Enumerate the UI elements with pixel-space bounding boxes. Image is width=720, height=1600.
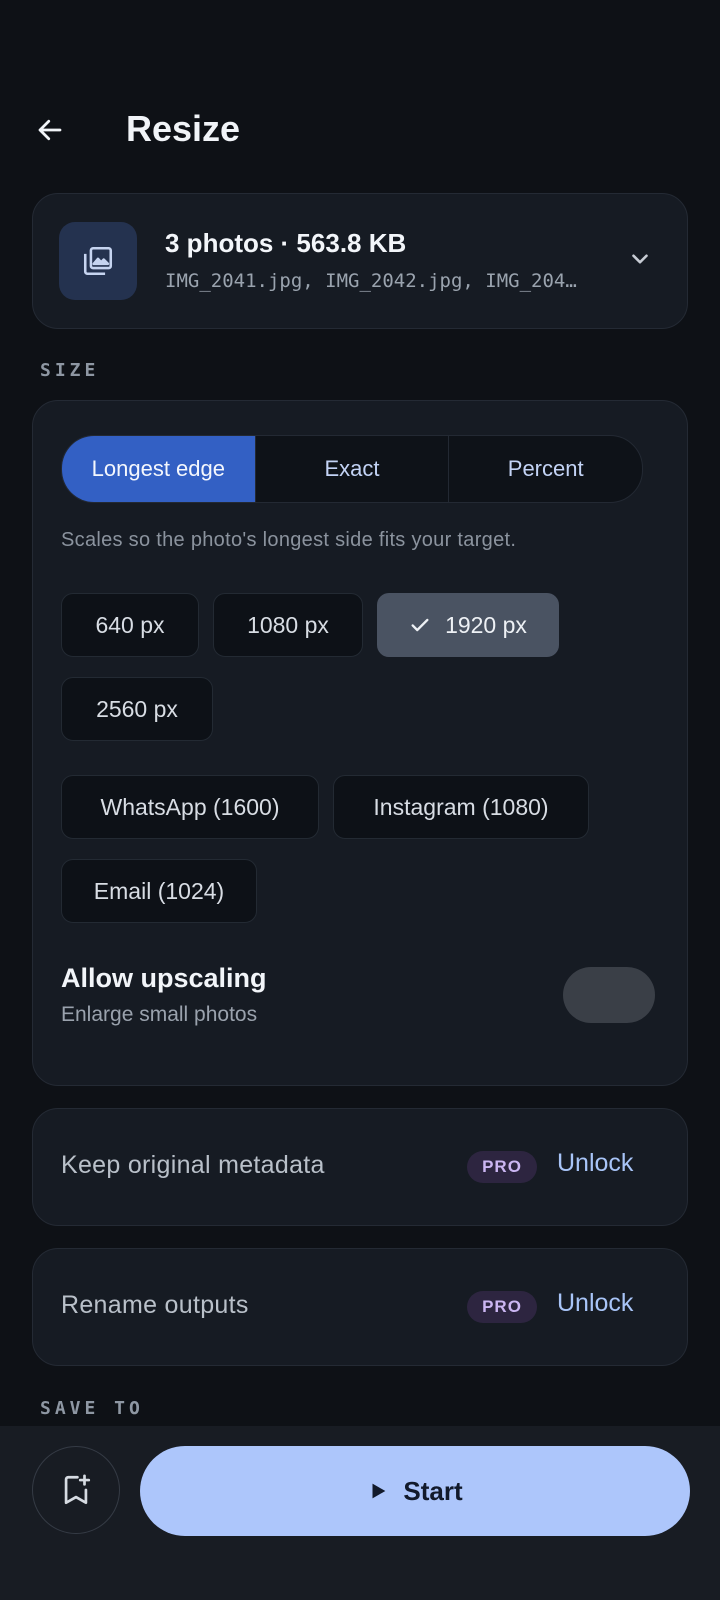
chip-label: 2560 px — [96, 695, 178, 722]
upscale-toggle[interactable] — [563, 967, 655, 1023]
chip-1920[interactable]: 1920 px — [377, 593, 559, 657]
chip-label: Email (1024) — [93, 877, 225, 904]
pro-badge: PRO — [467, 1291, 537, 1323]
preset-email[interactable]: Email (1024) — [61, 859, 257, 923]
save-preset-button[interactable] — [32, 1446, 120, 1534]
preset-whatsapp[interactable]: WhatsApp (1600) — [61, 775, 319, 839]
upscale-title: Allow upscaling — [61, 963, 267, 993]
selected-photos-card[interactable]: 3 photos · 563.8 KB IMG_2041.jpg, IMG_20… — [32, 193, 688, 329]
keep-metadata-row: Keep original metadata PRO Unlock — [32, 1108, 688, 1226]
chip-label: WhatsApp (1600) — [100, 793, 280, 820]
check-icon — [409, 614, 431, 636]
save-to-section-label: SAVE TO — [40, 1398, 144, 1419]
back-button[interactable] — [30, 110, 70, 150]
mode-longest-edge[interactable]: Longest edge — [62, 436, 256, 502]
unlock-button[interactable]: Unlock — [557, 1149, 633, 1178]
mode-percent[interactable]: Percent — [449, 436, 642, 502]
bookmark-add-icon — [64, 1474, 91, 1505]
pro-row-label: Keep original metadata — [61, 1151, 325, 1179]
chip-label: 640 px — [95, 611, 165, 638]
chevron-down-icon — [632, 254, 648, 264]
chip-1080[interactable]: 1080 px — [213, 593, 363, 657]
mode-hint-text: Scales so the photo's longest side fits … — [61, 529, 517, 551]
chip-label: Instagram (1080) — [373, 793, 549, 820]
chip-640[interactable]: 640 px — [61, 593, 199, 657]
chip-label: 1920 px — [445, 611, 527, 638]
chip-label: 1080 px — [247, 611, 329, 638]
size-card: Longest edge Exact Percent Scales so the… — [32, 400, 688, 1086]
app-header: Resize — [0, 90, 720, 170]
size-section-label: SIZE — [40, 360, 100, 381]
photos-file-list: IMG_2041.jpg, IMG_2042.jpg, IMG_2043.jpg — [165, 270, 585, 292]
chip-2560[interactable]: 2560 px — [61, 677, 213, 741]
unlock-button[interactable]: Unlock — [557, 1289, 633, 1318]
pro-badge: PRO — [467, 1151, 537, 1183]
preset-instagram[interactable]: Instagram (1080) — [333, 775, 589, 839]
mode-exact[interactable]: Exact — [256, 436, 450, 502]
photos-summary: 3 photos · 563.8 KB — [165, 228, 407, 258]
rename-outputs-row: Rename outputs PRO Unlock — [32, 1248, 688, 1366]
start-label: Start — [403, 1475, 463, 1506]
photo-library-icon — [83, 246, 113, 276]
start-button[interactable]: Start — [140, 1446, 690, 1536]
play-icon — [372, 1483, 386, 1499]
upscale-subtitle: Enlarge small photos — [61, 1003, 258, 1026]
pro-row-label: Rename outputs — [61, 1291, 249, 1319]
bottom-action-bar: Start — [0, 1426, 720, 1600]
page-title: Resize — [126, 108, 241, 149]
photos-thumbnail — [59, 222, 137, 300]
arrow-left-icon — [38, 119, 62, 141]
size-mode-segmented-control: Longest edge Exact Percent — [61, 435, 643, 503]
expand-button[interactable] — [623, 242, 657, 276]
